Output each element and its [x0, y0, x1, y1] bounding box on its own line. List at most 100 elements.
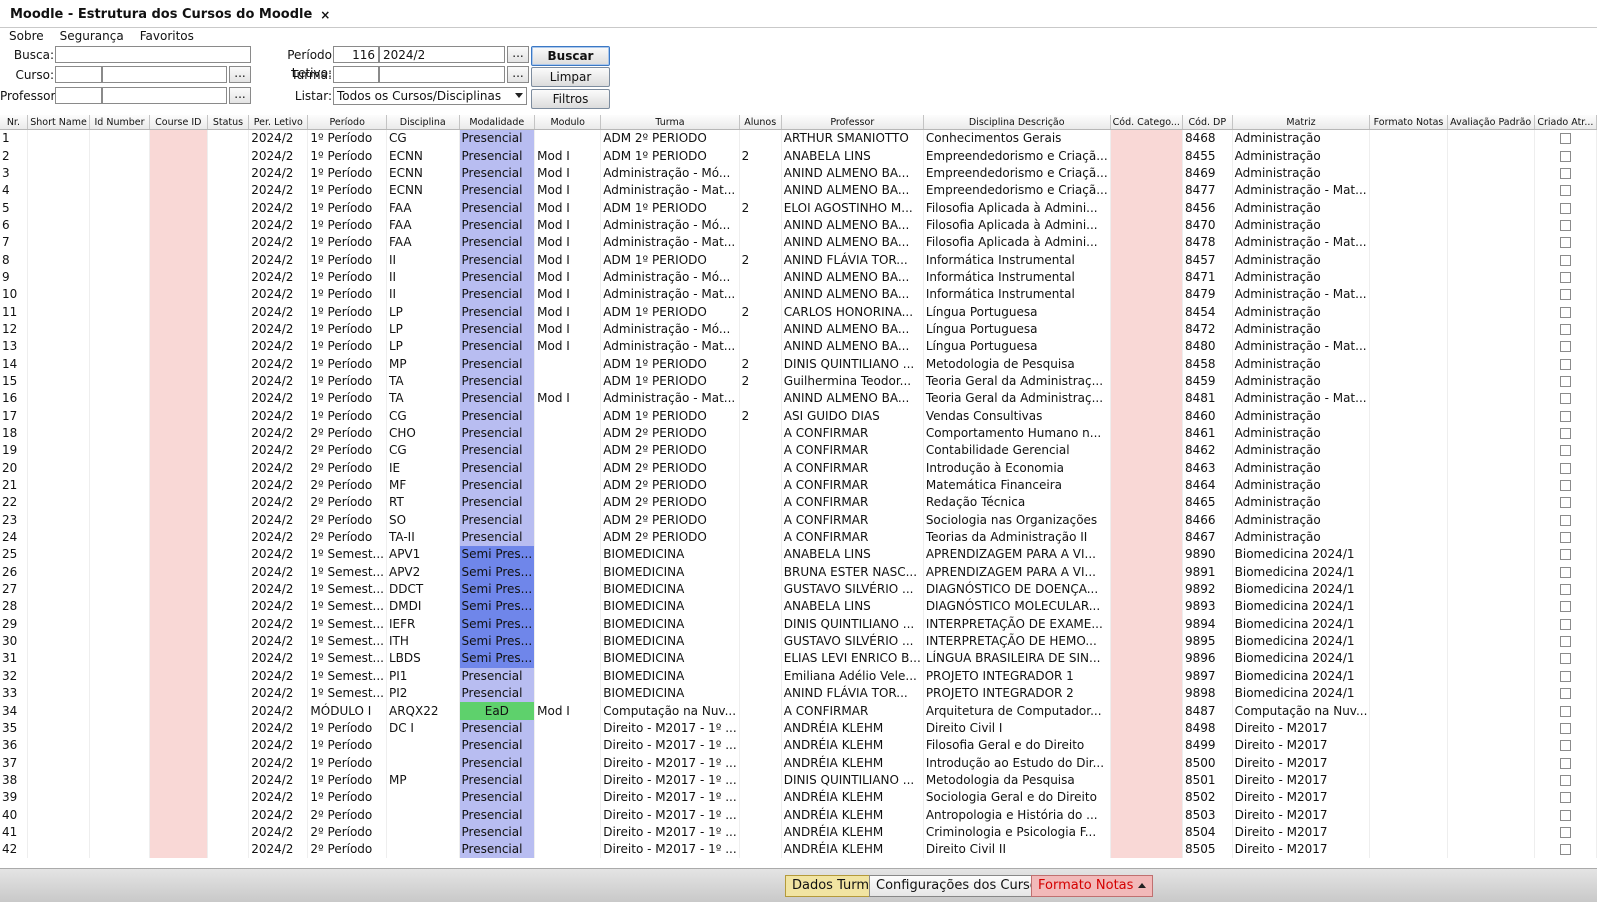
table-row[interactable]: 25 2024/2 1º Semest... APV1 Semi Pres... BIOM…	[0, 546, 1597, 564]
criado-checkbox[interactable]	[1559, 167, 1571, 179]
table-row[interactable]: 22 2024/2 2º Período RT Presencial ADM 2º PER…	[0, 494, 1597, 512]
table-row[interactable]: 19 2024/2 2º Período CG Presencial ADM 2º PER…	[0, 442, 1597, 460]
criado-checkbox[interactable]	[1559, 774, 1571, 786]
criado-checkbox[interactable]	[1559, 341, 1571, 353]
column-header[interactable]: Disciplina	[386, 115, 460, 130]
criado-checkbox[interactable]	[1559, 809, 1571, 821]
criado-checkbox[interactable]	[1559, 237, 1571, 249]
table-row[interactable]: 7 2024/2 1º Período FAA Presencial Mod I Admin…	[0, 234, 1597, 252]
column-header[interactable]: Turma	[600, 115, 740, 130]
criado-checkbox[interactable]	[1559, 688, 1571, 700]
table-row[interactable]: 6 2024/2 1º Período FAA Presencial Mod I Admin…	[0, 216, 1597, 235]
menu-sobre[interactable]: Sobre	[0, 28, 51, 44]
table-row[interactable]: 2 2024/2 1º Período ECNN Presencial Mod I ADM …	[0, 147, 1597, 165]
periodo-letivo-input[interactable]: 2024/2	[379, 46, 505, 63]
professor-lookup-button[interactable]: ...	[229, 87, 251, 104]
criado-checkbox[interactable]	[1559, 306, 1571, 318]
criado-checkbox[interactable]	[1559, 601, 1571, 613]
criado-checkbox[interactable]	[1559, 202, 1571, 214]
criado-checkbox[interactable]	[1559, 375, 1571, 387]
criado-checkbox[interactable]	[1559, 254, 1571, 266]
criado-checkbox[interactable]	[1559, 566, 1571, 578]
criado-checkbox[interactable]	[1559, 133, 1571, 145]
criado-checkbox[interactable]	[1559, 462, 1571, 474]
table-row[interactable]: 23 2024/2 2º Período SO Presencial ADM 2º PER…	[0, 511, 1597, 529]
table-row[interactable]: 41 2024/2 2º Período Presencial Direito - M2…	[0, 823, 1597, 842]
column-header[interactable]: Modulo	[534, 115, 602, 130]
column-header[interactable]: Cód. Catego...	[1110, 115, 1183, 130]
table-row[interactable]: 35 2024/2 1º Período DC I Presencial Direito …	[0, 719, 1597, 738]
criado-checkbox[interactable]	[1559, 757, 1571, 769]
criado-checkbox[interactable]	[1559, 844, 1571, 856]
professor-input[interactable]	[102, 87, 227, 104]
criado-checkbox[interactable]	[1559, 150, 1571, 162]
table-row[interactable]: 4 2024/2 1º Período ECNN Presencial Mod I Admi…	[0, 182, 1597, 200]
filtros-button[interactable]: Filtros	[531, 89, 610, 109]
table-row[interactable]: 38 2024/2 1º Período MP Presencial Direito - …	[0, 771, 1597, 790]
table-row[interactable]: 28 2024/2 1º Semest... DMDI Semi Pres... BIOM…	[0, 598, 1597, 616]
criado-checkbox[interactable]	[1559, 185, 1571, 197]
criado-checkbox[interactable]	[1559, 636, 1571, 648]
criado-checkbox[interactable]	[1559, 271, 1571, 283]
column-header[interactable]: Cód. DP	[1182, 115, 1233, 130]
criado-checkbox[interactable]	[1559, 705, 1571, 717]
table-row[interactable]: 26 2024/2 1º Semest... APV2 Semi Pres... BIOM…	[0, 563, 1597, 581]
table-row[interactable]: 39 2024/2 1º Período Presencial Direito - M2…	[0, 789, 1597, 807]
criado-checkbox[interactable]	[1559, 532, 1571, 544]
table-row[interactable]: 9 2024/2 1º Período II Presencial Mod I Admini…	[0, 268, 1597, 287]
criado-checkbox[interactable]	[1559, 549, 1571, 561]
professor-code-input[interactable]	[55, 87, 102, 104]
periodo-lookup-button[interactable]: ...	[507, 46, 529, 63]
busca-input[interactable]	[55, 46, 251, 63]
criado-checkbox[interactable]	[1559, 618, 1571, 630]
criado-checkbox[interactable]	[1559, 653, 1571, 665]
table-row[interactable]: 10 2024/2 1º Período II Presencial Mod I Admin…	[0, 286, 1597, 304]
table-row[interactable]: 24 2024/2 2º Período TA-II Presencial ADM 2º …	[0, 528, 1597, 547]
tab-moodle-estrutura[interactable]: Moodle - Estrutura dos Cursos do Moodle …	[4, 4, 337, 26]
criado-checkbox[interactable]	[1559, 410, 1571, 422]
criado-checkbox[interactable]	[1559, 393, 1571, 405]
courses-table[interactable]: Nr. Short Name Id Number Course ID Status Per…	[0, 115, 1597, 868]
table-row[interactable]: 18 2024/2 2º Período CHO Presencial ADM 2º PE…	[0, 424, 1597, 443]
turma-lookup-button[interactable]: ...	[507, 66, 529, 83]
criado-checkbox[interactable]	[1559, 792, 1571, 804]
table-row[interactable]: 8 2024/2 1º Período II Presencial Mod I ADM 1º…	[0, 251, 1597, 269]
criado-checkbox[interactable]	[1559, 497, 1571, 509]
column-header[interactable]: Nr.	[0, 115, 28, 130]
turma-code-input[interactable]	[333, 66, 379, 83]
column-header[interactable]: Disciplina Descrição	[923, 115, 1111, 130]
criado-checkbox[interactable]	[1559, 514, 1571, 526]
table-row[interactable]: 5 2024/2 1º Período FAA Presencial Mod I ADM 1…	[0, 199, 1597, 217]
criado-checkbox[interactable]	[1559, 740, 1571, 752]
column-header[interactable]: Per. Letivo	[248, 115, 309, 130]
table-row[interactable]: 13 2024/2 1º Período LP Presencial Mod I Admin…	[0, 338, 1597, 356]
curso-lookup-button[interactable]: ...	[229, 66, 251, 83]
criado-checkbox[interactable]	[1559, 445, 1571, 457]
column-header[interactable]: Avaliação Padrão	[1447, 115, 1535, 130]
table-row[interactable]: 29 2024/2 1º Semest... IEFR Semi Pres... BIOM…	[0, 615, 1597, 633]
table-row[interactable]: 15 2024/2 1º Período TA Presencial ADM 1º PER…	[0, 372, 1597, 391]
criado-checkbox[interactable]	[1559, 358, 1571, 370]
table-row[interactable]: 32 2024/2 1º Semest... PI1 Presencial BIOMEDI…	[0, 667, 1597, 685]
criado-checkbox[interactable]	[1559, 584, 1571, 596]
criado-checkbox[interactable]	[1559, 289, 1571, 301]
criado-checkbox[interactable]	[1559, 826, 1571, 838]
column-header[interactable]: Alunos	[739, 115, 782, 130]
table-row[interactable]: 14 2024/2 1º Período MP Presencial ADM 1º PER…	[0, 355, 1597, 373]
table-row[interactable]: 27 2024/2 1º Semest... DDCT Semi Pres... BIOM…	[0, 580, 1597, 599]
table-row[interactable]: 21 2024/2 2º Período MF Presencial ADM 2º PER…	[0, 476, 1597, 495]
menu-favoritos[interactable]: Favoritos	[131, 28, 201, 44]
table-row[interactable]: 36 2024/2 1º Período Presencial Direito - M2…	[0, 737, 1597, 755]
column-header[interactable]: Professor	[781, 115, 924, 130]
table-row[interactable]: 16 2024/2 1º Período TA Presencial Mod I Admin…	[0, 390, 1597, 408]
criado-checkbox[interactable]	[1559, 323, 1571, 335]
column-header[interactable]: Período	[307, 115, 387, 130]
column-header[interactable]: Course ID	[149, 115, 208, 130]
column-header[interactable]: Matriz	[1232, 115, 1371, 130]
column-header[interactable]: Criado Atr...	[1534, 115, 1597, 130]
criado-checkbox[interactable]	[1559, 428, 1571, 440]
table-row[interactable]: 20 2024/2 2º Período IE Presencial ADM 2º PER…	[0, 459, 1597, 477]
column-header[interactable]: Short Name	[27, 115, 91, 130]
curso-code-input[interactable]	[55, 66, 102, 83]
table-row[interactable]: 42 2024/2 2º Período Presencial Direito - M2…	[0, 841, 1597, 859]
